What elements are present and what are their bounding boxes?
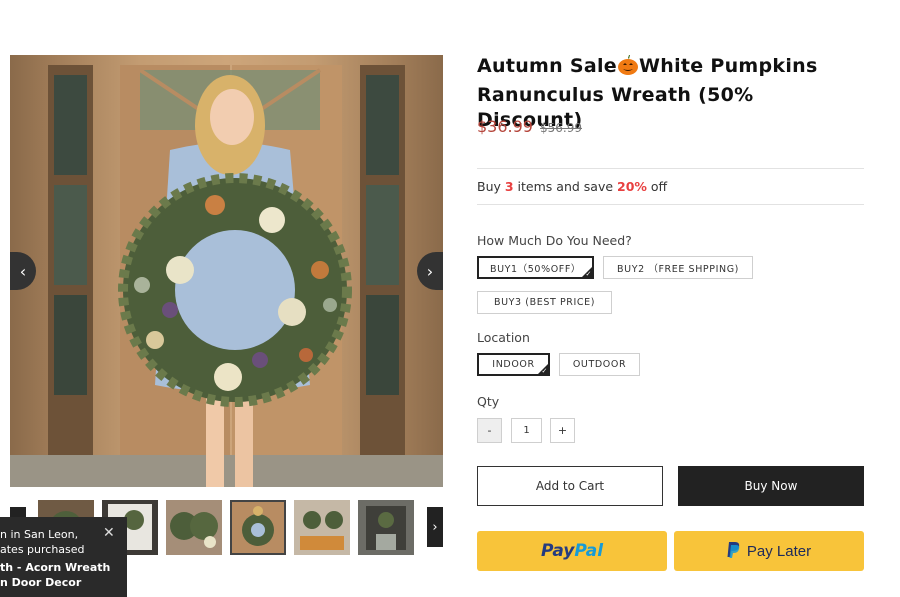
thumbnail-active[interactable] — [230, 500, 286, 555]
thumbnail[interactable] — [166, 500, 222, 555]
paypal-pay-later-button[interactable]: Pay Later — [674, 531, 864, 571]
title-sale-text: Autumn Sale — [477, 55, 617, 77]
option-buy1[interactable]: BUY1（50%OFF） ✓ — [477, 256, 594, 279]
option-label-need: How Much Do You Need? — [477, 233, 632, 248]
buy-now-button[interactable]: Buy Now — [678, 466, 864, 506]
paypal-logo: PayPal — [540, 541, 604, 561]
qty-input[interactable] — [511, 418, 542, 443]
qty-increase-button[interactable]: + — [550, 418, 575, 443]
recent-purchase-popup: n in San Leon, ates purchased th - Acorn… — [0, 517, 127, 597]
popup-product-name[interactable]: th - Acorn Wreath — [0, 561, 110, 574]
thumbnail-next-button[interactable]: › — [427, 507, 443, 547]
checkmark-icon: ✓ — [541, 367, 548, 375]
product-title: Autumn Sale White Pumpkins Ranunculus Wre… — [477, 54, 857, 133]
thumbnail[interactable] — [294, 500, 350, 555]
thumbnail[interactable] — [358, 500, 414, 555]
popup-product-name-line2[interactable]: n Door Decor — [0, 576, 81, 589]
qty-decrease-button[interactable]: - — [477, 418, 502, 443]
chevron-right-icon: › — [426, 261, 434, 281]
chevron-left-icon: ‹ — [19, 261, 27, 281]
product-main-image — [10, 55, 443, 487]
option-buy3[interactable]: BUY3 (BEST PRICE) — [477, 291, 612, 314]
sale-price: $36.99 — [477, 117, 533, 136]
option-indoor[interactable]: INDOOR ✓ — [477, 353, 550, 376]
checkmark-icon: ✓ — [585, 270, 592, 278]
chevron-right-icon: › — [432, 519, 438, 535]
divider — [477, 168, 864, 169]
pumpkin-emoji-icon — [617, 54, 639, 83]
pay-later-label: Pay Later — [746, 542, 812, 560]
bundle-qty: 3 — [504, 179, 514, 194]
close-icon[interactable]: ✕ — [103, 525, 115, 541]
divider — [477, 204, 864, 205]
paypal-p-icon — [727, 541, 741, 562]
option-buy2[interactable]: BUY2 （FREE SHPPING) — [603, 256, 753, 279]
bundle-percent: 20% — [617, 179, 647, 194]
option-label-location: Location — [477, 330, 530, 345]
popup-location-text: n in San Leon, — [0, 528, 79, 541]
add-to-cart-button[interactable]: Add to Cart — [477, 466, 663, 506]
bundle-offer-text: Buy 3 items and save 20% off — [477, 179, 668, 194]
popup-purchased-text: ates purchased — [0, 543, 85, 556]
product-photo-illustration — [10, 65, 443, 487]
option-outdoor[interactable]: OUTDOOR — [559, 353, 640, 376]
paypal-button[interactable]: PayPal — [477, 531, 667, 571]
compare-at-price: $56.99 — [540, 121, 582, 135]
qty-label: Qty — [477, 394, 500, 409]
